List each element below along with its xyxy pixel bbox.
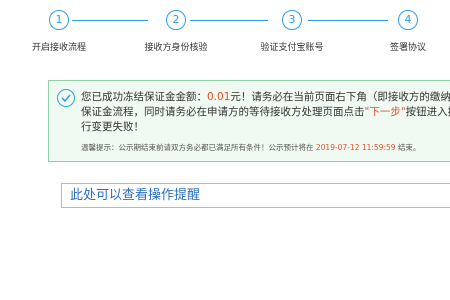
step-number: 2 <box>166 10 186 30</box>
step-1: 1 开启接收流程 <box>7 10 111 53</box>
step-4: 4 签署协议 <box>356 10 450 53</box>
step-number: 1 <box>49 10 69 30</box>
tip-prefix: 温馨提示：公示期结束前请双方务必都已满足所有条件！公示预计将在 <box>81 143 314 152</box>
step-label: 签署协议 <box>389 43 426 53</box>
check-circle-icon <box>57 89 75 107</box>
tip-deadline: 2019-07-12 11:59:59 <box>315 143 396 152</box>
operation-reminder[interactable]: 此处可以查看操作提醒 <box>61 183 450 208</box>
step-label: 验证支付宝账号 <box>260 43 324 53</box>
tip-suffix: 结束。 <box>397 143 421 152</box>
notice-tip: 温馨提示：公示期结束前请双方务必都已满足所有条件！公示预计将在 2019-07-… <box>81 142 420 153</box>
notice-message: 您已成功冻结保证金金额：0.01元！请务必在当前页面右下角（即接收方的缴纳保证金… <box>81 90 450 135</box>
step-label: 开启接收流程 <box>31 43 86 53</box>
success-notice: 您已成功冻结保证金金额：0.01元！请务必在当前页面右下角（即接收方的缴纳保证金… <box>48 80 450 162</box>
step-number: 4 <box>398 10 418 30</box>
step-3: 3 验证支付宝账号 <box>240 10 344 53</box>
notice-prefix: 您已成功冻结保证金金额： <box>81 91 207 103</box>
next-step-link[interactable]: "下一步" <box>365 106 406 118</box>
frozen-amount: 0.01 <box>207 91 231 103</box>
step-label: 接收方身份核验 <box>144 43 208 53</box>
step-number: 3 <box>282 10 302 30</box>
step-2: 2 接收方身份核验 <box>124 10 228 53</box>
progress-steps: 1 开启接收流程 2 接收方身份核验 3 验证支付宝账号 4 签署协议 <box>0 0 450 62</box>
